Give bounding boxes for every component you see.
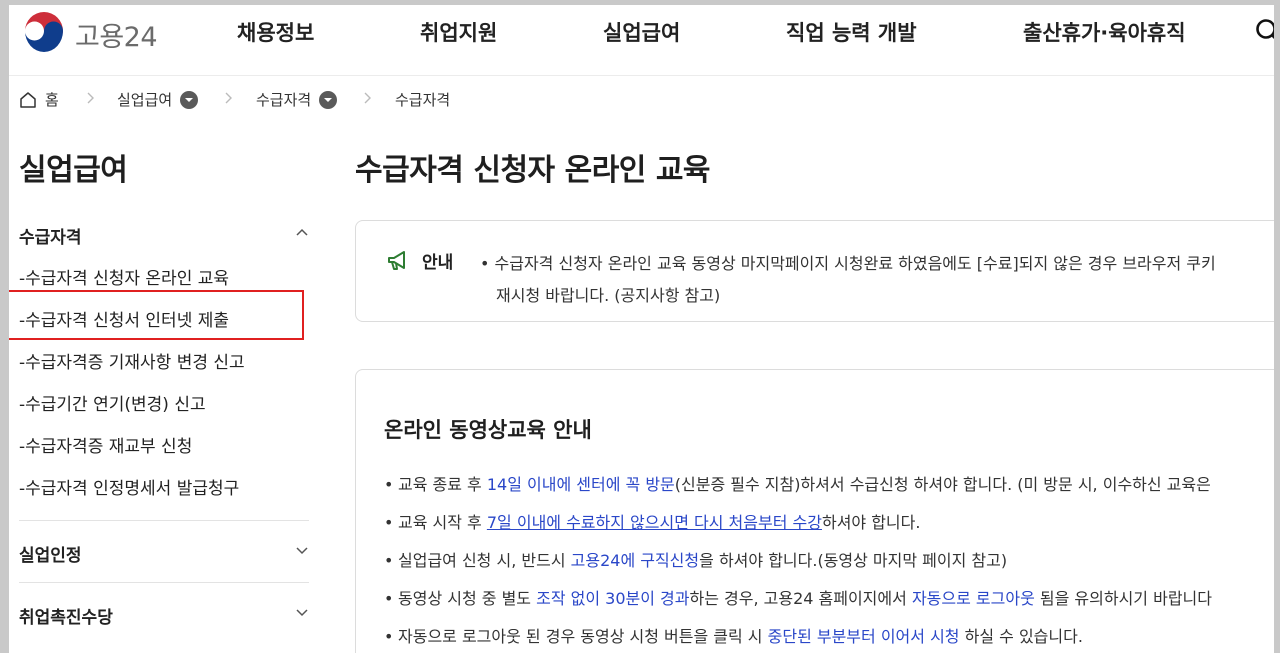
nav-recruit[interactable]: 채용정보 xyxy=(237,17,314,47)
guide-bullet: • 실업급여 신청 시, 반드시 고용24에 구직신청을 하셔야 합니다.(동영상… xyxy=(384,551,1008,570)
breadcrumb-separator-icon xyxy=(364,92,371,104)
sidebar-item-reissue[interactable]: -수급자격증 재교부 신청 xyxy=(19,432,192,457)
chevron-down-icon[interactable] xyxy=(180,90,199,109)
logo-text: 고용24 xyxy=(75,21,158,53)
bullet-text: (신분증 필수 지참)하셔서 수급신청 하셔야 합니다. (미 방문 시, 이수… xyxy=(674,475,1211,494)
bullet-text: 하는 경우, 고용24 홈페이지에서 xyxy=(689,589,912,608)
home-icon xyxy=(20,91,36,108)
logo[interactable]: 고용24 xyxy=(21,11,158,57)
page: 고용24 채용정보 취업지원 실업급여 직업 능력 개발 출산휴가·육아휴직 홈… xyxy=(9,5,1274,653)
bullet-text: 하셔야 합니다. xyxy=(821,513,921,532)
nav-employment-support[interactable]: 취업지원 xyxy=(420,17,497,47)
sidebar-title: 실업급여 xyxy=(19,153,128,188)
sidebar-group-eligibility[interactable]: 수급자격 xyxy=(19,223,309,248)
search-icon[interactable] xyxy=(1255,18,1274,46)
bullet-text: 하실 수 있습니다. xyxy=(959,627,1083,646)
bullet-text: 됨을 유의하시기 바랍니다 xyxy=(1034,589,1212,608)
page-title: 수급자격 신청자 온라인 교육 xyxy=(355,153,711,188)
bullet-text: 동영상 시청 중 별도 xyxy=(398,589,537,608)
sidebar-item-certificate-request[interactable]: -수급자격 인정명세서 발급청구 xyxy=(19,474,239,499)
chevron-down-icon xyxy=(296,609,308,617)
breadcrumb-level2-label: 수급자격 xyxy=(256,91,312,109)
guide-bullet: • 동영상 시청 중 별도 조작 없이 30분이 경과하는 경우, 고용24 홈페… xyxy=(384,589,1212,608)
card-title: 온라인 동영상교육 안내 xyxy=(384,418,592,442)
bullet-text: 교육 종료 후 xyxy=(398,475,487,494)
bullet-emphasis: 고용24에 구직신청 xyxy=(570,551,700,570)
bullet-emphasis: 7일 이내에 수료하지 않으시면 다시 처음부터 수강 xyxy=(486,513,822,532)
breadcrumb-separator-icon xyxy=(225,92,232,104)
breadcrumb-home-label: 홈 xyxy=(45,91,59,109)
sidebar-item-online-education[interactable]: -수급자격 신청자 온라인 교육 xyxy=(19,264,229,289)
bullet-emphasis: 자동으로 로그아웃 xyxy=(911,589,1035,608)
notice-label: 안내 xyxy=(422,253,454,273)
sidebar-divider xyxy=(19,520,309,521)
taegeuk-logo-icon xyxy=(23,12,65,55)
sidebar-group-label: 취업촉진수당 xyxy=(19,608,113,628)
nav-job-skills[interactable]: 직업 능력 개발 xyxy=(786,17,917,47)
notice-line-2: 재시청 바랍니다. (공지사항 참고) xyxy=(496,286,721,305)
notice-text: • 수급자격 신청자 온라인 교육 동영상 마지막페이지 시청완료 하였음에도 … xyxy=(480,248,1216,312)
guide-bullet: • 자동으로 로그아웃 된 경우 동영상 시청 버튼을 클릭 시 중단된 부분부터… xyxy=(384,627,1083,646)
breadcrumb-separator-icon xyxy=(87,92,94,104)
sidebar-group-label: 수급자격 xyxy=(19,228,82,248)
breadcrumb-level3-label: 수급자격 xyxy=(395,91,451,109)
breadcrumb-level1-label: 실업급여 xyxy=(117,91,173,109)
education-guide-card: 온라인 동영상교육 안내 • 교육 종료 후 14일 이내에 센터에 꼭 방문(신… xyxy=(355,369,1274,653)
sidebar-group-label: 실업인정 xyxy=(19,546,82,566)
nav-parental-leave[interactable]: 출산휴가·육아휴직 xyxy=(1023,17,1186,47)
highlight-box xyxy=(9,290,304,340)
bullet-text: 자동으로 로그아웃 된 경우 동영상 시청 버튼을 클릭 시 xyxy=(398,627,768,646)
sidebar-divider xyxy=(19,582,309,583)
chevron-down-icon[interactable] xyxy=(319,90,338,109)
sidebar-item-period-extension[interactable]: -수급기간 연기(변경) 신고 xyxy=(19,390,206,415)
breadcrumb-level3: 수급자격 xyxy=(395,89,450,110)
megaphone-icon xyxy=(388,251,405,270)
global-header: 고용24 채용정보 취업지원 실업급여 직업 능력 개발 출산휴가·육아휴직 xyxy=(9,5,1274,76)
chevron-up-icon xyxy=(296,228,308,236)
bullet-text: 실업급여 신청 시, 반드시 xyxy=(398,551,571,570)
guide-bullet: • 교육 시작 후 7일 이내에 수료하지 않으시면 다시 처음부터 수강하셔야 … xyxy=(384,513,921,532)
bullet-emphasis: 조작 없이 30분이 경과 xyxy=(536,589,690,608)
breadcrumb-home[interactable]: 홈 xyxy=(19,89,59,110)
breadcrumb-level1[interactable]: 실업급여 xyxy=(117,89,199,110)
notice-box: 안내 • 수급자격 신청자 온라인 교육 동영상 마지막페이지 시청완료 하였음… xyxy=(355,220,1274,322)
nav-unemployment-benefit[interactable]: 실업급여 xyxy=(603,17,680,47)
bullet-emphasis: 중단된 부분부터 이어서 시청 xyxy=(767,627,960,646)
sidebar-group-unemployment-recognition[interactable]: 실업인정 xyxy=(19,541,309,566)
bullet-text: 교육 시작 후 xyxy=(398,513,487,532)
sidebar-item-change-report[interactable]: -수급자격증 기재사항 변경 신고 xyxy=(19,348,245,373)
bullet-emphasis: 14일 이내에 센터에 꼭 방문 xyxy=(486,475,675,494)
bullet-text: 을 하셔야 합니다.(동영상 마지막 페이지 참고) xyxy=(699,551,1008,570)
breadcrumb-level2[interactable]: 수급자격 xyxy=(256,89,338,110)
sidebar-group-reemployment-allowance[interactable]: 취업촉진수당 xyxy=(19,603,309,628)
notice-line-1: • 수급자격 신청자 온라인 교육 동영상 마지막페이지 시청완료 하였음에도 … xyxy=(480,254,1216,273)
guide-bullet: • 교육 종료 후 14일 이내에 센터에 꼭 방문(신분증 필수 지참)하셔서 … xyxy=(384,475,1211,494)
chevron-down-icon xyxy=(296,547,308,555)
